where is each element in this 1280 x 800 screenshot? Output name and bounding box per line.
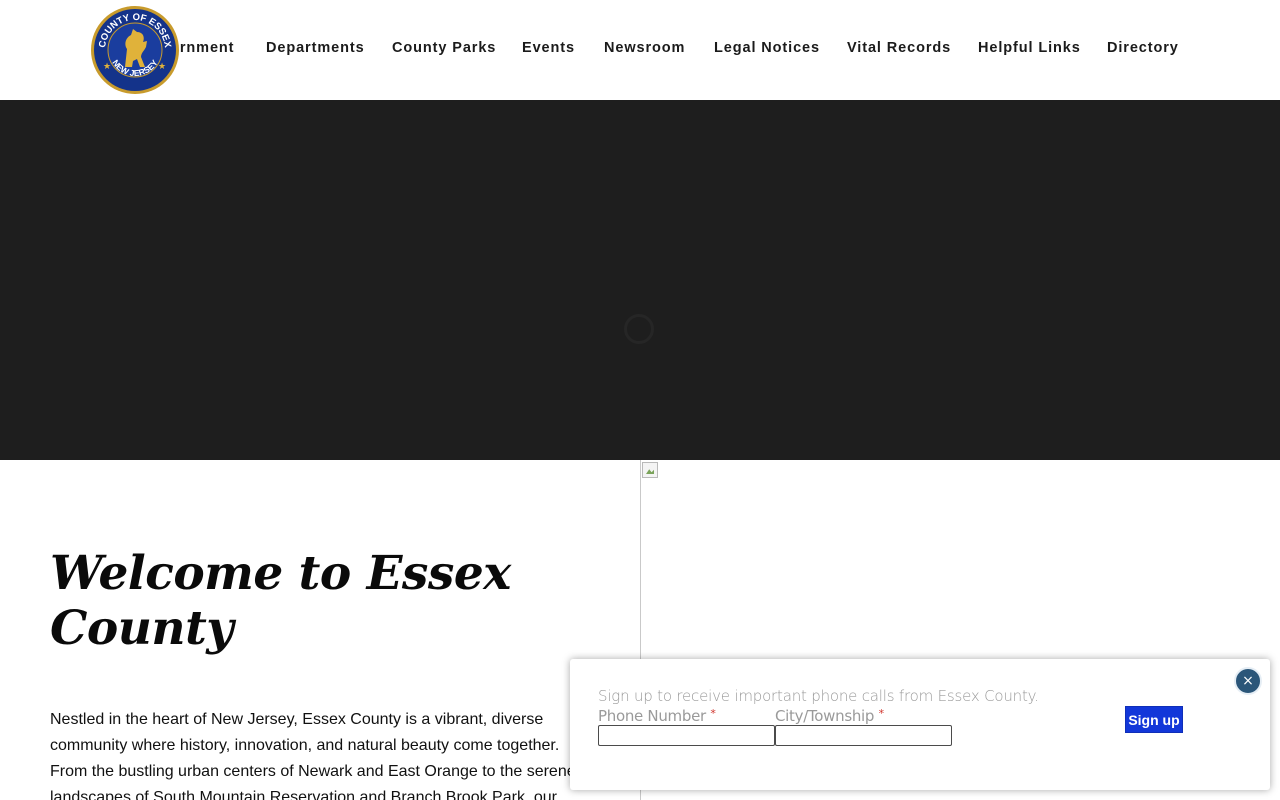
- close-icon[interactable]: ×: [1234, 667, 1262, 695]
- county-seal-logo[interactable]: COUNTY OF ESSEX NEW JERSEY ★ ★: [89, 5, 181, 95]
- city-township-label-text: City/Township: [775, 707, 875, 725]
- spinner-icon: [624, 314, 654, 344]
- popup-heading: Sign up to receive important phone calls…: [598, 687, 1039, 705]
- city-township-label: City/Township *: [775, 707, 884, 725]
- main-nav: Government Departments County Parks Even…: [0, 0, 1280, 100]
- nav-helpful-links[interactable]: Helpful Links: [978, 40, 1081, 56]
- phone-number-label-text: Phone Number: [598, 707, 706, 725]
- site-header: Government Departments County Parks Even…: [0, 0, 1280, 100]
- required-mark: *: [710, 707, 716, 720]
- star-right-icon: ★: [158, 62, 166, 72]
- nav-legal-notices[interactable]: Legal Notices: [714, 40, 820, 56]
- nav-departments[interactable]: Departments: [266, 40, 365, 56]
- city-township-field[interactable]: [775, 725, 952, 746]
- nav-vital-records[interactable]: Vital Records: [847, 40, 951, 56]
- nav-county-parks[interactable]: County Parks: [392, 40, 496, 56]
- phone-number-field[interactable]: [598, 725, 775, 746]
- nav-directory[interactable]: Directory: [1107, 40, 1179, 56]
- nav-newsroom[interactable]: Newsroom: [604, 40, 685, 56]
- sign-up-button[interactable]: Sign up: [1125, 706, 1183, 733]
- broken-image-icon: [642, 462, 658, 478]
- phone-signup-popup: × Sign up to receive important phone cal…: [570, 659, 1270, 790]
- required-mark: *: [878, 707, 885, 720]
- welcome-paragraph: Nestled in the heart of New Jersey, Esse…: [50, 711, 576, 800]
- hero-banner: [0, 100, 1280, 460]
- page-title: Welcome to Essex County: [50, 546, 511, 656]
- star-left-icon: ★: [103, 62, 111, 72]
- welcome-section: Welcome to Essex County Nestled in the h…: [0, 460, 640, 800]
- phone-number-label: Phone Number *: [598, 707, 716, 725]
- nav-events[interactable]: Events: [522, 40, 575, 56]
